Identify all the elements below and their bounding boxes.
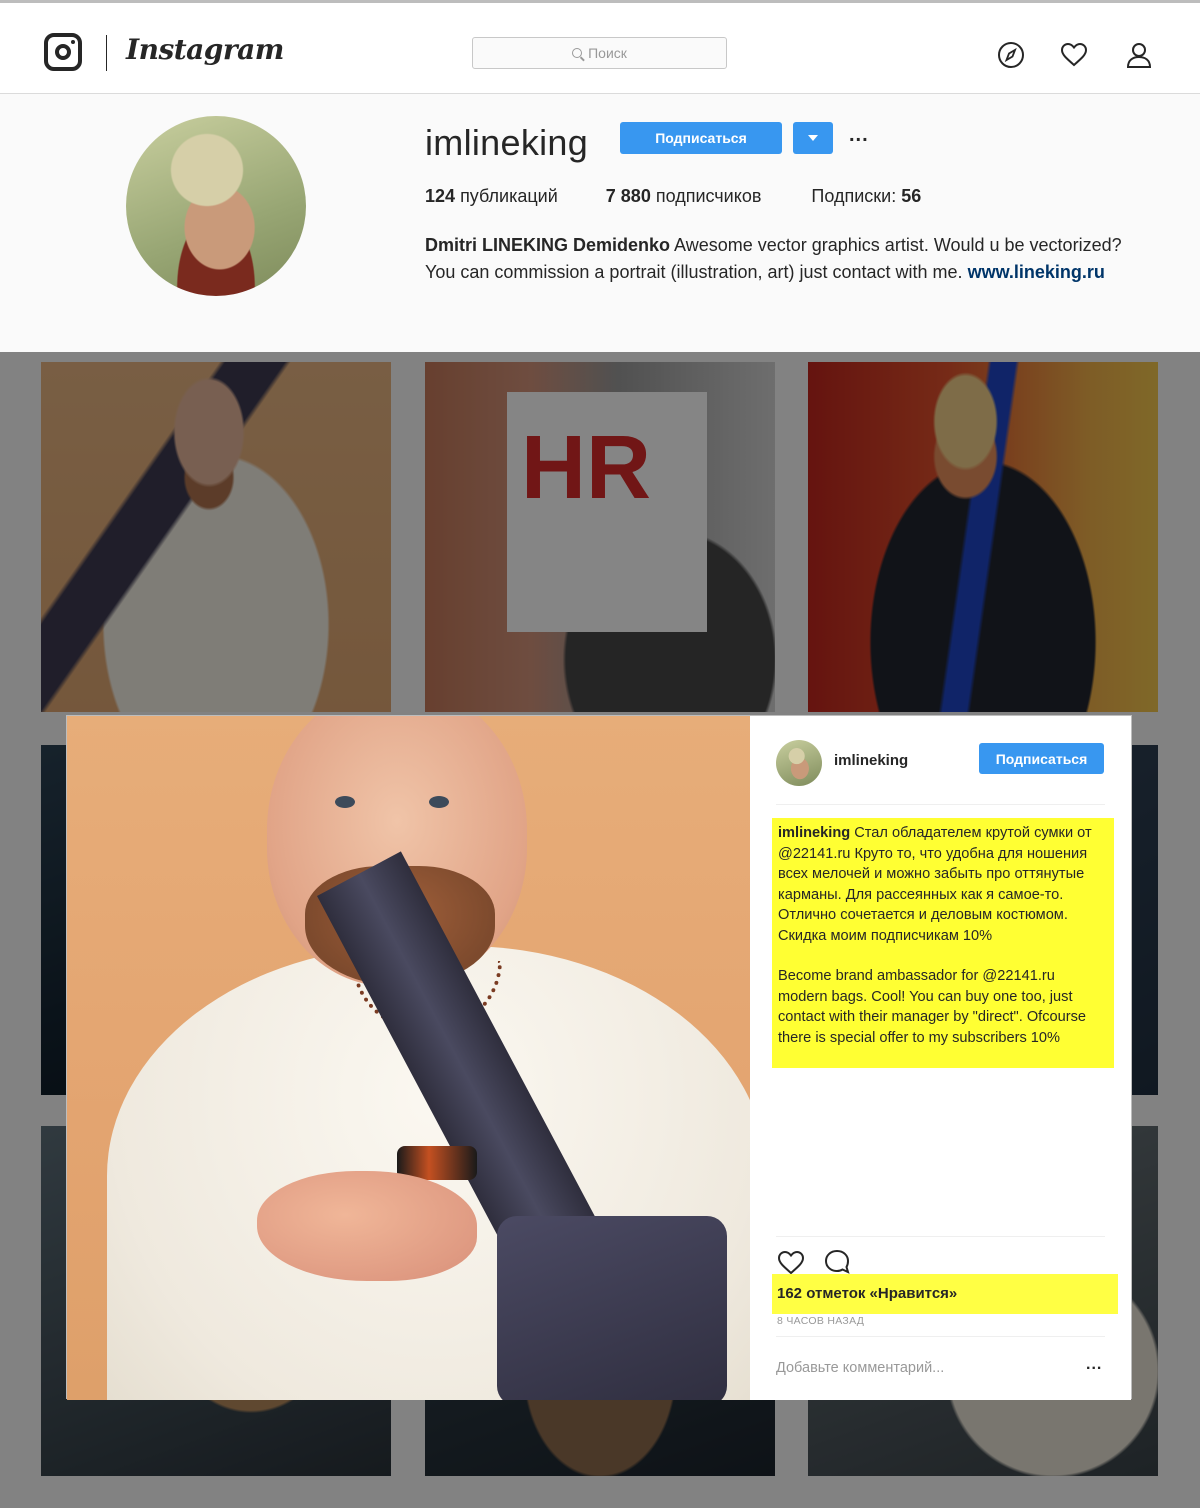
posts-stat[interactable]: 124 публикаций (425, 186, 558, 207)
following-label: Подписки: (811, 186, 897, 206)
photo-bag (497, 1216, 727, 1400)
instagram-icon[interactable] (44, 33, 82, 71)
caption-author[interactable]: imlineking (778, 825, 850, 841)
search-input[interactable]: Поиск (472, 37, 727, 69)
comment-input[interactable] (776, 1356, 1066, 1380)
post-header: imlineking Подписаться (750, 716, 1131, 804)
search-placeholder: Поиск (588, 45, 627, 61)
posts-count: 124 (425, 186, 456, 206)
website-link[interactable]: www.lineking.ru (968, 262, 1105, 282)
photo-eye (335, 796, 355, 808)
caption-russian: imlineking Стал обладателем крутой сумки… (778, 823, 1108, 946)
followers-label: подписчиков (655, 186, 762, 206)
post-timestamp[interactable]: 8 ЧАСОВ НАЗАД (777, 1315, 864, 1327)
nav-divider (106, 35, 107, 71)
heart-icon[interactable] (1060, 41, 1088, 69)
instagram-wordmark[interactable]: Instagram (126, 33, 284, 66)
post-sidebar: imlineking Подписаться imlineking Стал о… (750, 716, 1131, 1400)
comment-bubble-icon[interactable] (822, 1248, 852, 1276)
photo-eye (429, 796, 449, 808)
post-follow-button[interactable]: Подписаться (979, 743, 1104, 774)
divider (776, 804, 1105, 805)
compass-icon[interactable] (997, 41, 1025, 69)
caption-english-text: Become brand ambassador for @22141.ru mo… (778, 968, 1087, 1046)
likes-count[interactable]: 162 отметок «Нравится» (772, 1274, 1118, 1314)
profile-header: imlineking Подписаться ... 124 публикаци… (0, 94, 1200, 352)
post-author-username[interactable]: imlineking (834, 752, 908, 769)
search-icon (572, 48, 583, 58)
post-caption: imlineking Стал обладателем крутой сумки… (772, 818, 1114, 1068)
more-options-button[interactable]: ... (849, 124, 869, 147)
profile-full-name: Dmitri LINEKING Demidenko (425, 235, 671, 255)
profile-stats: 124 публикаций 7 880 подписчиков Подписк… (425, 186, 921, 207)
profile-username: imlineking (425, 122, 589, 163)
following-count: 56 (901, 186, 922, 206)
profile-avatar[interactable] (126, 116, 306, 296)
posts-label: публикаций (460, 186, 558, 206)
post-author-avatar[interactable] (776, 740, 822, 786)
top-navigation-bar: Instagram Поиск (0, 0, 1200, 94)
profile-bio: Dmitri LINEKING Demidenko Awesome vector… (425, 232, 1145, 286)
like-heart-icon[interactable] (776, 1248, 806, 1276)
following-stat[interactable]: Подписки: 56 (811, 186, 921, 207)
post-photo[interactable] (67, 716, 750, 1400)
followers-count: 7 880 (605, 186, 651, 206)
divider (776, 1336, 1105, 1337)
profile-icon[interactable] (1125, 41, 1153, 69)
caption-russian-text: Стал обладателем крутой сумки от @22141.… (778, 825, 1092, 944)
follow-button[interactable]: Подписаться (620, 122, 782, 154)
photo-hand (257, 1171, 477, 1281)
post-modal: imlineking Подписаться imlineking Стал о… (66, 715, 1132, 1400)
followers-stat[interactable]: 7 880 подписчиков (606, 186, 762, 207)
divider (776, 1236, 1105, 1237)
suggestions-dropdown-button[interactable] (793, 122, 833, 154)
post-more-options-button[interactable]: ... (1086, 1356, 1102, 1374)
